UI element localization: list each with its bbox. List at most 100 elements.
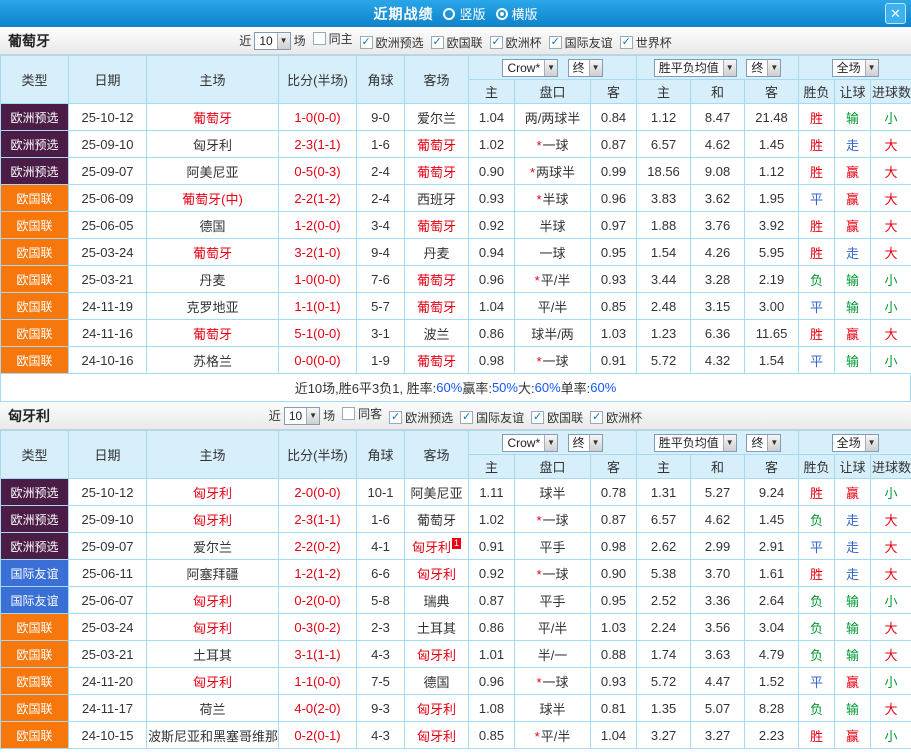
filter-label: 欧洲杯 [506, 34, 542, 51]
result-handicap: 赢 [835, 158, 871, 185]
filter-checkbox[interactable]: ✓国际友谊 [460, 409, 524, 426]
odds-home-value: 0.86 [469, 320, 515, 347]
result-wdl: 负 [799, 506, 835, 533]
home-team: 匈牙利 [147, 479, 279, 506]
home-team: 爱尔兰 [147, 533, 279, 560]
avg-away-value: 8.28 [745, 695, 799, 722]
competition-type: 欧国联 [1, 722, 69, 749]
result-goals: 大 [871, 641, 911, 668]
checkbox-checked-icon: ✓ [389, 411, 402, 424]
filter-checkbox[interactable]: ✓欧洲杯 [590, 409, 642, 426]
avg-away-value: 11.65 [745, 320, 799, 347]
scope-select[interactable]: 全场▼ [832, 59, 879, 77]
filter-checkbox[interactable]: 同主 [313, 30, 353, 47]
filter-checkbox[interactable]: 同客 [342, 405, 382, 422]
subcol-odds-home: 主 [469, 80, 515, 104]
subcol-goals: 进球数 [871, 455, 911, 479]
score: 3-2(1-0) [279, 239, 357, 266]
away-team: 瑞典 [405, 587, 469, 614]
filter-controls: 近 10▼ 场 同主✓欧洲预选✓欧国联✓欧洲杯✓国际友谊✓世界杯 [239, 30, 671, 51]
col-header-type: 类型 [1, 431, 69, 479]
checkbox-checked-icon: ✓ [460, 411, 473, 424]
close-icon[interactable]: ✕ [885, 3, 906, 24]
competition-filters: 同主 ✓欧洲预选 ✓欧国联 ✓欧洲杯 ✓国际友谊 ✓世界杯 [306, 30, 672, 51]
layout-radio-vertical[interactable]: 竖版 [443, 4, 485, 23]
red-card-badge: 1 [452, 538, 461, 549]
result-goals: 大 [871, 185, 911, 212]
home-team: 匈牙利 [147, 668, 279, 695]
avg-final-select[interactable]: 终▼ [746, 434, 781, 452]
avg-draw-value: 5.27 [691, 479, 745, 506]
filter-checkbox[interactable]: ✓欧洲预选 [360, 34, 424, 51]
avg-home-value: 1.12 [637, 104, 691, 131]
near-label: 近 [269, 407, 281, 424]
match-date: 25-06-07 [69, 587, 147, 614]
filter-controls: 近 10▼ 场 同客✓欧洲预选✓国际友谊✓欧国联✓欧洲杯 [269, 405, 642, 426]
handicap-value: *半球 [515, 185, 591, 212]
avg-home-value: 1.54 [637, 239, 691, 266]
avg-away-value: 4.79 [745, 641, 799, 668]
scope-select[interactable]: 全场▼ [832, 434, 879, 452]
chevron-down-icon: ▼ [544, 60, 557, 76]
odds-final-select[interactable]: 终▼ [568, 59, 603, 77]
corner-score: 6-6 [357, 560, 405, 587]
avg-type-select[interactable]: 胜平负均值▼ [654, 59, 737, 77]
handicap-value: *一球 [515, 131, 591, 158]
home-team: 匈牙利 [147, 131, 279, 158]
avg-home-value: 3.44 [637, 266, 691, 293]
filter-checkbox[interactable]: ✓欧洲杯 [490, 34, 542, 51]
home-team: 波斯尼亚和黑塞哥维那 [147, 722, 279, 749]
odds-final-select[interactable]: 终▼ [568, 434, 603, 452]
recent-count-select[interactable]: 10▼ [254, 32, 290, 50]
result-wdl: 胜 [799, 158, 835, 185]
odds-away-value: 0.91 [591, 347, 637, 374]
odds-home-value: 0.96 [469, 266, 515, 293]
handicap-value: 平手 [515, 533, 591, 560]
corner-score: 1-6 [357, 131, 405, 158]
match-row: 欧洲预选 25-10-12 匈牙利 2-0(0-0) 10-1 阿美尼亚 1.1… [1, 479, 911, 506]
odds-away-value: 1.03 [591, 614, 637, 641]
corner-score: 9-0 [357, 104, 405, 131]
odds-source-select[interactable]: Crow*▼ [502, 59, 558, 77]
home-team: 葡萄牙 [147, 239, 279, 266]
home-team: 匈牙利 [147, 614, 279, 641]
match-date: 25-10-12 [69, 479, 147, 506]
filter-checkbox[interactable]: ✓世界杯 [620, 34, 672, 51]
col-header-corner: 角球 [357, 56, 405, 104]
corner-score: 7-6 [357, 266, 405, 293]
match-date: 25-09-07 [69, 158, 147, 185]
chevron-down-icon: ▼ [306, 408, 319, 424]
competition-type: 欧国联 [1, 347, 69, 374]
avg-draw-value: 4.62 [691, 131, 745, 158]
odds-away-value: 0.93 [591, 668, 637, 695]
chevron-down-icon: ▼ [865, 435, 878, 451]
match-date: 24-11-17 [69, 695, 147, 722]
odds-away-value: 0.90 [591, 560, 637, 587]
result-goals: 大 [871, 506, 911, 533]
filter-checkbox[interactable]: ✓欧国联 [431, 34, 483, 51]
result-wdl: 胜 [799, 212, 835, 239]
filter-checkbox[interactable]: ✓欧洲预选 [389, 409, 453, 426]
competition-type: 欧国联 [1, 266, 69, 293]
avg-final-select[interactable]: 终▼ [746, 59, 781, 77]
match-date: 24-10-15 [69, 722, 147, 749]
result-handicap: 赢 [835, 185, 871, 212]
odds-source-select[interactable]: Crow*▼ [502, 434, 558, 452]
filter-checkbox[interactable]: ✓欧国联 [531, 409, 583, 426]
match-date: 24-11-20 [69, 668, 147, 695]
layout-radio-horizontal[interactable]: 横版 [496, 4, 538, 23]
avg-type-select[interactable]: 胜平负均值▼ [654, 434, 737, 452]
match-row: 国际友谊 25-06-11 阿塞拜疆 1-2(1-2) 6-6 匈牙利 0.92… [1, 560, 911, 587]
avg-home-value: 2.48 [637, 293, 691, 320]
subcol-odds-away: 客 [591, 455, 637, 479]
odds-away-value: 0.87 [591, 506, 637, 533]
score: 2-0(0-0) [279, 479, 357, 506]
odds-header-cell: Crow*▼ 终▼ [469, 431, 637, 455]
recent-count-select[interactable]: 10▼ [284, 407, 320, 425]
result-goals: 大 [871, 158, 911, 185]
avg-draw-value: 3.28 [691, 266, 745, 293]
checkbox-unchecked-icon [313, 32, 326, 45]
corner-score: 1-6 [357, 506, 405, 533]
filter-label: 欧国联 [547, 409, 583, 426]
filter-checkbox[interactable]: ✓国际友谊 [549, 34, 613, 51]
